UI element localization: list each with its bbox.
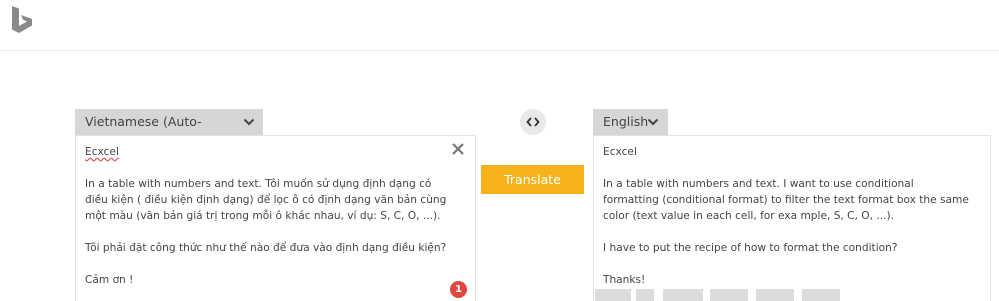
misspelled-word[interactable]: Ecxcel <box>85 146 119 158</box>
source-text-area[interactable]: Ecxcel In a table with numbers and text.… <box>75 135 476 301</box>
chevron-down-icon <box>243 118 255 126</box>
source-text[interactable]: Ecxcel In a table with numbers and text.… <box>85 144 457 288</box>
translate-button[interactable]: Translate <box>481 165 584 194</box>
target-tool-button[interactable] <box>636 289 654 301</box>
swap-languages-button[interactable] <box>520 109 546 135</box>
source-paragraph: Cảm ơn ! <box>85 274 134 286</box>
source-paragraph: Tôi phải đặt công thức như thế nào để đư… <box>85 242 447 254</box>
source-paragraph: In a table with numbers and text. Tôi mu… <box>85 178 447 222</box>
close-icon[interactable] <box>451 142 465 156</box>
bing-logo-icon[interactable] <box>10 5 36 35</box>
target-language-label: English <box>603 114 649 129</box>
header <box>0 0 999 51</box>
target-tool-button[interactable] <box>663 289 703 301</box>
target-tool-button[interactable] <box>710 289 748 301</box>
source-language-selector[interactable]: Vietnamese (Auto-Detected) <box>75 109 263 155</box>
chevron-down-icon <box>647 118 659 126</box>
source-paragraph: Ecxcel <box>85 144 457 160</box>
target-paragraph: I have to put the recipe of how to forma… <box>603 242 898 254</box>
target-tool-button[interactable] <box>595 289 631 301</box>
target-paragraph: Thanks! <box>603 274 646 286</box>
target-tool-button[interactable] <box>756 289 794 301</box>
target-paragraph: Ecxcel <box>603 146 637 158</box>
target-text-area: Ecxcel In a table with numbers and text.… <box>593 135 991 301</box>
target-language-selector[interactable]: English <box>593 109 668 135</box>
target-paragraph: In a table with numbers and text. I want… <box>603 178 969 222</box>
swap-arrows-icon <box>526 117 540 127</box>
target-tool-button[interactable] <box>802 289 840 301</box>
target-text: Ecxcel In a table with numbers and text.… <box>603 144 972 288</box>
notification-badge[interactable]: 1 <box>450 281 467 298</box>
